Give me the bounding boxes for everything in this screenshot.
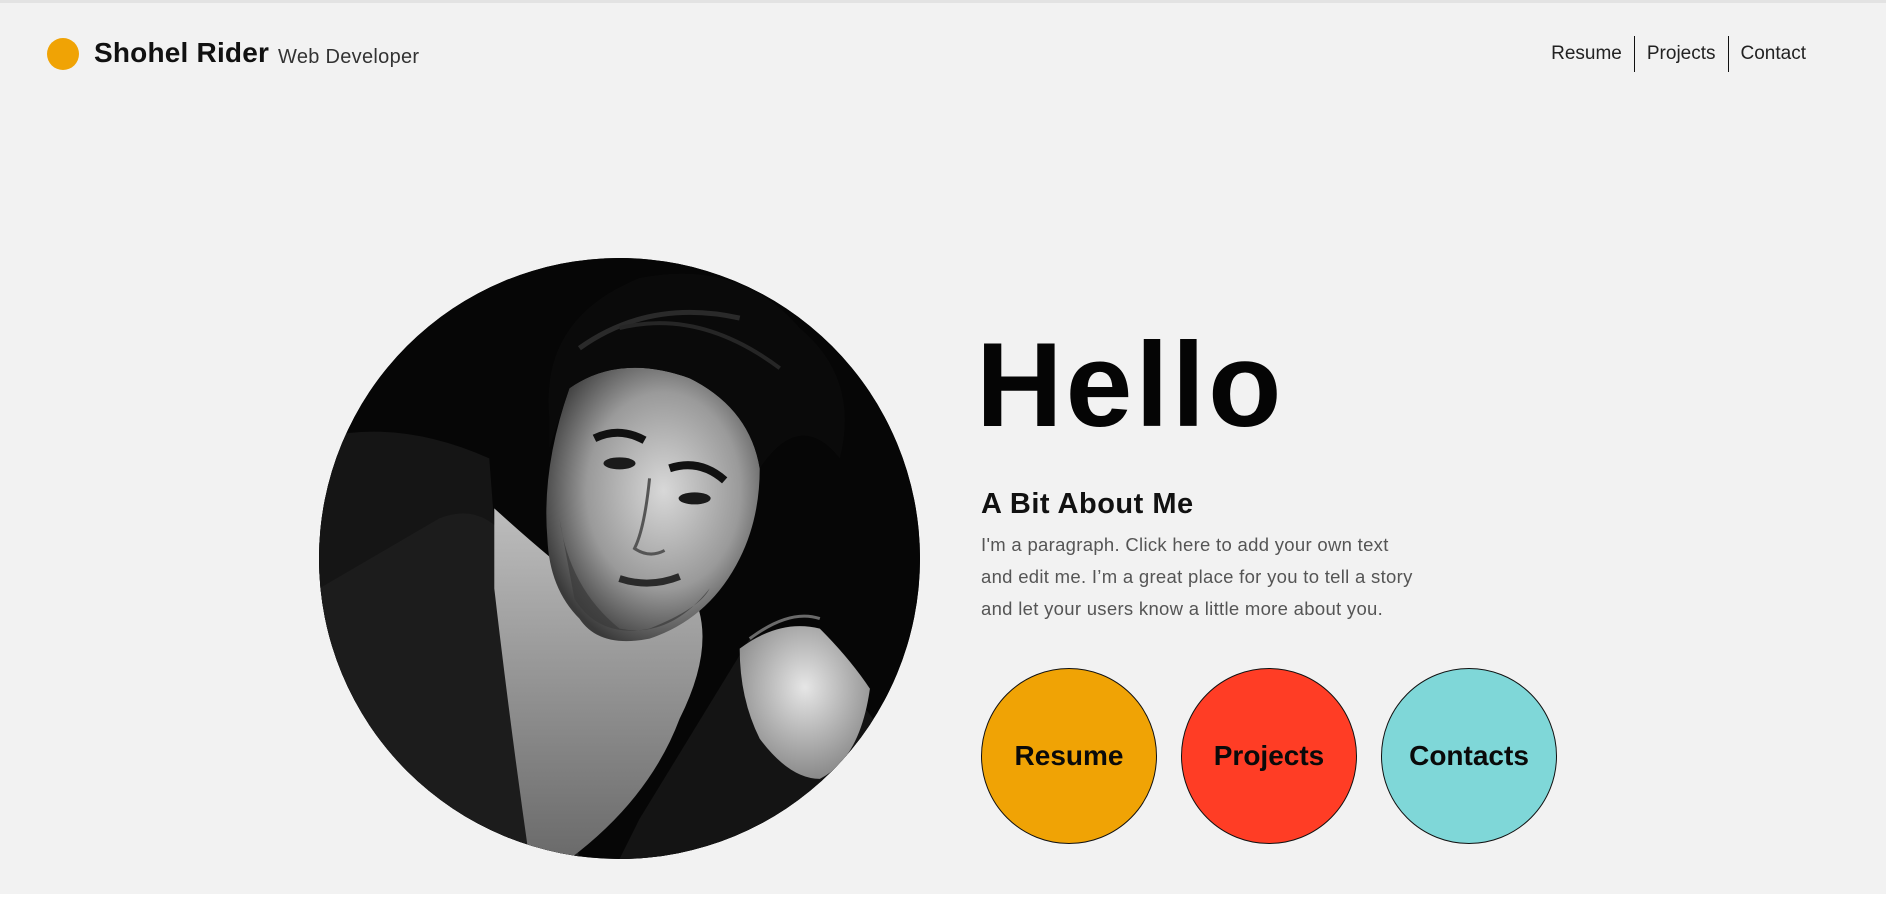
about-line: I'm a paragraph. Click here to add your … [981,534,1389,555]
brand-tagline: Web Developer [278,46,420,68]
about-line: and edit me. I’m a great place for you t… [981,566,1413,587]
top-nav: Resume Projects Contact [1539,36,1818,72]
projects-button[interactable]: Projects [1181,668,1357,844]
profile-portrait-image [319,258,920,859]
contacts-button[interactable]: Contacts [1381,668,1557,844]
page: Shohel Rider Web Developer Resume Projec… [0,0,1886,897]
hero-heading: Hello [976,318,1285,452]
nav-link-contact[interactable]: Contact [1729,36,1818,72]
nav-link-projects[interactable]: Projects [1635,36,1728,72]
resume-button[interactable]: Resume [981,668,1157,844]
brand-logo-dot [47,38,79,70]
about-paragraph: I'm a paragraph. Click here to add your … [981,529,1451,625]
brand-name[interactable]: Shohel Rider [94,37,269,69]
about-line: and let your users know a little more ab… [981,598,1384,619]
about-title: A Bit About Me [981,488,1194,520]
nav-link-resume[interactable]: Resume [1539,36,1634,72]
